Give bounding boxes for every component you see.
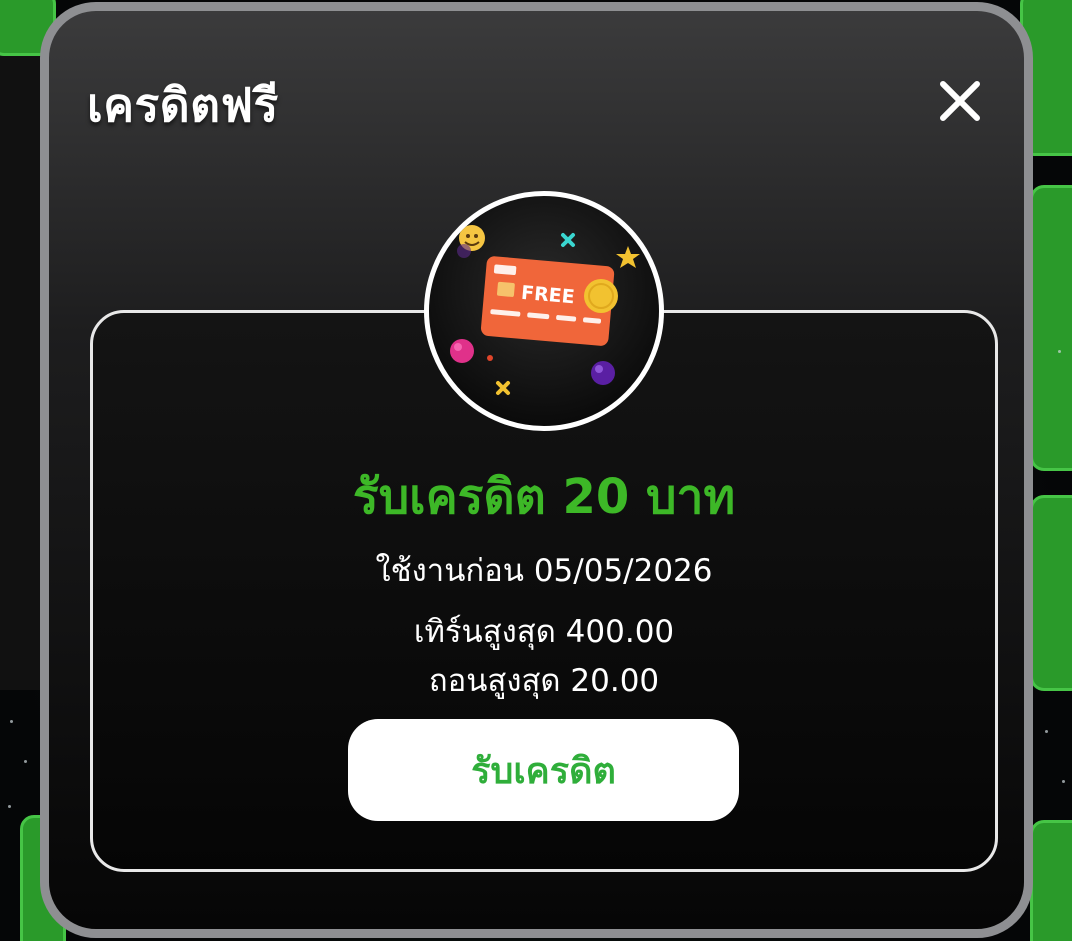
close-icon: [940, 81, 980, 121]
claim-credit-button[interactable]: รับเครดิต: [348, 719, 739, 821]
promo-headline: รับเครดิต 20 บาท: [352, 469, 736, 525]
free-credit-modal: เครดิตฟรี รับเครดิต 20 บาท ใช้งานก่อน 05…: [40, 2, 1033, 938]
background-tile: [1030, 820, 1072, 941]
promo-expiry: ใช้งานก่อน 05/05/2026: [375, 553, 713, 589]
promo-badge: FREE: [424, 191, 664, 431]
promo-max-turnover: เทิร์นสูงสุด 400.00: [413, 614, 675, 650]
background-tile: [1030, 495, 1072, 691]
modal-title: เครดิตฟรี: [87, 78, 279, 132]
background-tile: [1030, 185, 1072, 471]
card-free-text: FREE: [520, 282, 575, 309]
promo-max-withdraw: ถอนสูงสุด 20.00: [428, 663, 660, 699]
free-credit-card-icon: FREE: [450, 225, 640, 395]
background-panel-left: [0, 45, 45, 690]
close-button[interactable]: [934, 75, 986, 127]
